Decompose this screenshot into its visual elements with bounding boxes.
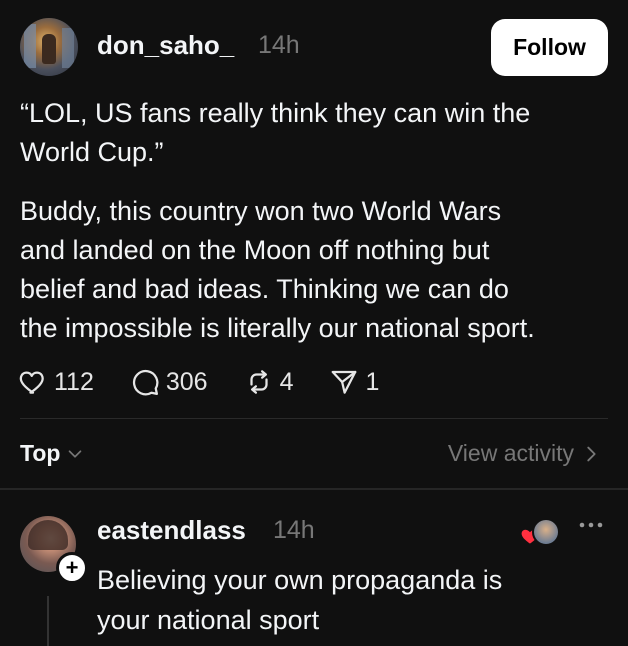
avatar-hair: [28, 520, 68, 550]
thread-line: [47, 596, 49, 646]
follow-plus-icon[interactable]: +: [56, 552, 88, 584]
post-timestamp: 14h: [258, 31, 300, 59]
divider: [20, 418, 608, 419]
section-separator: [0, 488, 628, 490]
like-button[interactable]: 112: [18, 367, 94, 397]
reply-username[interactable]: eastendlass: [97, 515, 246, 546]
chevron-right-icon: [587, 446, 596, 461]
chevron-down-icon: [69, 449, 82, 458]
avatar-figure: [42, 34, 56, 64]
repost-count: 4: [279, 367, 294, 396]
liked-by-author-indicator: [518, 516, 560, 546]
more-options-button[interactable]: [578, 518, 604, 537]
author-avatar[interactable]: [20, 18, 78, 76]
share-button[interactable]: 1: [329, 367, 379, 397]
reply-count: 306: [165, 367, 208, 396]
avatar-building-left: [24, 24, 36, 68]
send-icon: [332, 370, 357, 394]
reply-button[interactable]: 306: [130, 367, 208, 397]
author-username[interactable]: don_saho_: [97, 30, 234, 61]
share-count: 1: [365, 367, 380, 396]
like-count: 112: [54, 367, 94, 396]
post-text-quote: “LOL, US fans really think they can win …: [20, 98, 531, 167]
repost-button[interactable]: 4: [244, 367, 294, 397]
avatar-building-right: [62, 28, 74, 68]
view-activity-label: View activity: [447, 440, 574, 466]
reply-timestamp: 14h: [273, 516, 315, 544]
sort-label: Top: [20, 440, 61, 466]
comment-bubble-icon: [132, 369, 159, 396]
follow-button[interactable]: Follow: [491, 19, 608, 76]
repost-icon: [249, 370, 268, 394]
liker-avatar: [532, 518, 560, 546]
sort-dropdown[interactable]: Top: [20, 440, 86, 467]
heart-outline-icon: [19, 371, 44, 394]
post-text-body: Buddy, this country won two World Wars a…: [20, 196, 535, 343]
more-horizontal-icon: [579, 522, 603, 528]
view-activity-link[interactable]: View activity: [448, 440, 602, 467]
post-actions: 112 306 4 1: [18, 362, 415, 402]
reply-text: Believing your own propaganda is your na…: [97, 565, 503, 635]
